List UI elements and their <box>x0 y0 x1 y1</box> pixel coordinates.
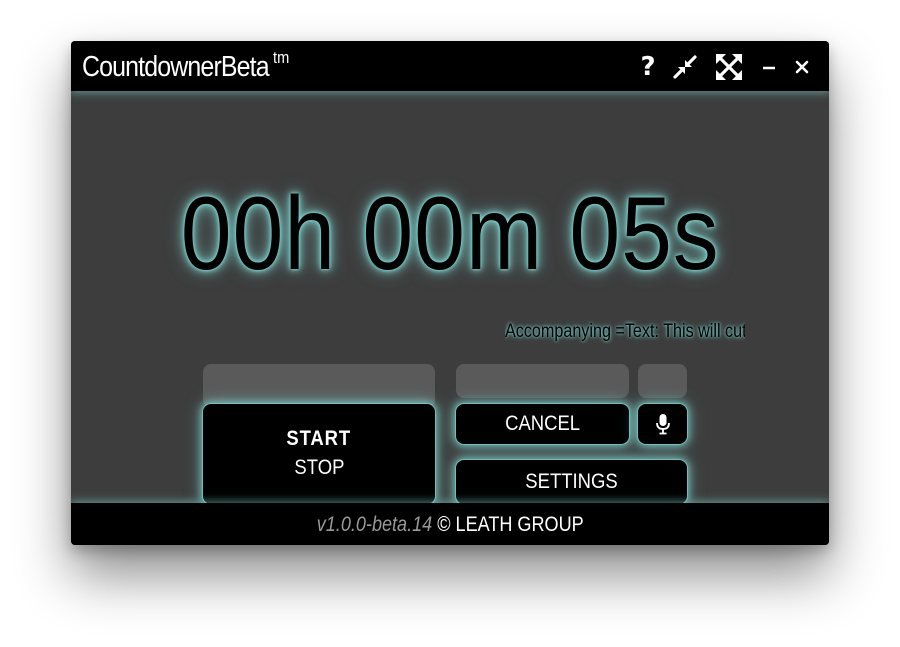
app-title: CountdownerBeta tm <box>82 48 289 84</box>
footer-bar: v1.0.0-beta.14 © LEATH GROUP <box>71 503 829 545</box>
copyright-text: © LEATH GROUP <box>437 513 584 536</box>
version-text: v1.0.0-beta.14 <box>316 513 432 536</box>
trademark-suffix: tm <box>273 48 290 67</box>
main-panel: 00h 00m 05s Accompanying =Text: This wil… <box>71 91 829 504</box>
expand-button[interactable] <box>714 52 744 82</box>
mic-slot <box>638 364 687 398</box>
cancel-label: CANCEL <box>505 412 580 435</box>
stop-label: STOP <box>294 456 344 479</box>
countdown-display: 00h 00m 05s <box>71 179 829 289</box>
expand-icon <box>716 54 742 80</box>
title-bar[interactable]: CountdownerBeta tm ? <box>71 41 829 91</box>
microphone-icon <box>655 414 670 435</box>
start-label: START <box>286 427 352 450</box>
app-title-text: CountdownerBeta <box>82 51 270 83</box>
help-button[interactable]: ? <box>633 52 663 82</box>
microphone-button[interactable] <box>638 404 687 444</box>
footer-content: v1.0.0-beta.14 © LEATH GROUP <box>317 503 584 545</box>
settings-button[interactable]: SETTINGS <box>456 460 687 504</box>
help-icon: ? <box>640 52 656 82</box>
countdown-value: 00h 00m 05s <box>180 176 720 292</box>
cancel-button[interactable]: CANCEL <box>456 404 629 444</box>
close-icon <box>795 60 809 74</box>
compress-icon <box>673 55 697 79</box>
accompanying-text: Accompanying =Text: This will cut o <box>505 320 745 344</box>
start-stop-button[interactable]: START STOP <box>203 404 435 504</box>
close-button[interactable] <box>787 52 817 82</box>
stage: CountdownerBeta tm ? 00h 00m 05s Accompa… <box>0 0 900 647</box>
app-window: CountdownerBeta tm ? 00h 00m 05s Accompa… <box>71 41 829 545</box>
accompanying-text-value: Accompanying =Text: This will cut o <box>505 321 745 342</box>
compress-button[interactable] <box>670 52 700 82</box>
start-slot <box>203 364 435 408</box>
minimize-icon <box>763 66 775 70</box>
minimize-button[interactable] <box>754 52 784 82</box>
cancel-slot <box>456 364 629 398</box>
settings-label: SETTINGS <box>525 470 618 493</box>
